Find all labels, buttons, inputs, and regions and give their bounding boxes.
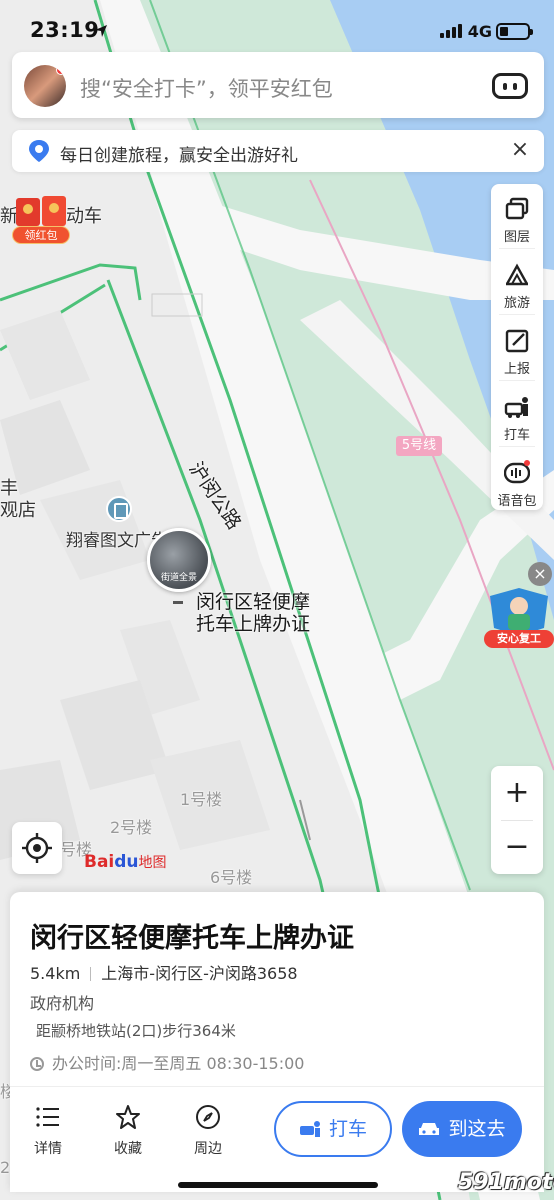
return-to-work-badge[interactable]: 安心复工	[484, 586, 554, 656]
layers-button[interactable]: 图层	[491, 184, 543, 248]
map-label-fragment-mid2: 观店	[0, 500, 36, 521]
building-label: 6号楼	[210, 868, 253, 887]
building-label: 2号楼	[110, 818, 153, 837]
zoom-in-button[interactable]: +	[491, 766, 543, 820]
report-button[interactable]: 上报	[491, 316, 543, 380]
zoom-out-button[interactable]: −	[491, 820, 543, 874]
selected-poi-label-line2[interactable]: 托车上牌办证	[196, 612, 310, 636]
favorite-button[interactable]: 收藏	[98, 1104, 158, 1158]
poi-address: 上海市-闵行区-沪闵路3658	[101, 964, 298, 983]
report-label: 上报	[503, 362, 530, 377]
navigate-here-button[interactable]: 到这去	[402, 1101, 522, 1157]
baidu-map-logo: Baidu地图	[84, 852, 167, 872]
travel-button[interactable]: 旅游	[491, 250, 543, 314]
selected-poi-label-line1[interactable]: 闵行区轻便摩	[196, 590, 310, 614]
metro-line-badge: 5号线	[396, 436, 442, 456]
map-tools-panel: 图层 旅游 上报 打车 语音包	[491, 184, 543, 510]
taxi-icon	[504, 397, 528, 418]
locate-me-button[interactable]	[12, 822, 62, 874]
taxi-label: 打车	[503, 428, 530, 443]
poi-meta: 5.4km 上海市-闵行区-沪闵路3658	[30, 960, 298, 984]
voice-pack-label: 语音包	[497, 494, 537, 509]
avatar[interactable]	[24, 65, 66, 107]
crosshair-icon	[22, 833, 52, 863]
logo-text-bai: Bai	[84, 852, 115, 872]
details-label: 详情	[34, 1141, 62, 1157]
voice-pack-button[interactable]: 语音包	[491, 448, 543, 512]
navigate-here-label: 到这去	[448, 1118, 506, 1140]
call-taxi-button[interactable]: 打车	[274, 1101, 392, 1157]
layers-icon	[505, 197, 529, 220]
logo-text-du: du	[114, 852, 139, 872]
map-label-fragment-number: 2	[0, 1158, 11, 1177]
call-taxi-label: 打车	[328, 1118, 367, 1140]
badge-close-icon[interactable]: ×	[528, 562, 552, 586]
building-label: 1号楼	[180, 790, 223, 809]
voice-assistant-icon[interactable]	[492, 73, 528, 99]
voice-pack-icon	[504, 460, 530, 484]
red-packet-label: 领红包	[12, 226, 70, 244]
poi-category: 政府机构	[30, 994, 95, 1013]
taxi-button[interactable]: 打车	[491, 382, 543, 446]
zoom-control: + −	[491, 766, 543, 874]
taxi-icon	[299, 1121, 320, 1137]
street-view-label: 街道全景	[160, 573, 197, 583]
promo-text: 每日创建旅程，赢安全出游好礼	[60, 146, 298, 166]
location-pin-icon	[29, 140, 49, 162]
details-button[interactable]: 详情	[18, 1104, 78, 1158]
star-icon	[116, 1105, 140, 1129]
battery-icon	[496, 23, 533, 40]
badge-label: 安心复工	[484, 630, 554, 648]
logo-text-map: 地图	[138, 855, 167, 871]
street-view-thumbnail[interactable]: 街道全景	[147, 528, 211, 592]
layers-label: 图层	[503, 230, 530, 245]
search-bar[interactable]: 搜“安全打卡”，领平安红包	[12, 52, 544, 118]
office-poi-icon[interactable]	[106, 496, 132, 522]
watermark: 591moto	[458, 1170, 554, 1195]
location-arrow-icon	[95, 25, 107, 37]
map-label-fragment-top2: 动车	[66, 206, 102, 227]
nearby-button[interactable]: 周边	[178, 1104, 238, 1158]
status-time: 23:19	[30, 18, 100, 42]
details-list-icon	[36, 1107, 59, 1127]
notification-dot	[56, 65, 66, 75]
home-indicator	[178, 1182, 378, 1188]
search-input[interactable]: 搜“安全打卡”，领平安红包	[80, 73, 333, 103]
signal-icon	[440, 24, 462, 38]
travel-icon	[505, 263, 529, 286]
close-icon[interactable]: ×	[508, 138, 532, 162]
car-icon	[419, 1123, 440, 1135]
red-packet-entry[interactable]: 领红包	[12, 192, 70, 244]
clock-icon	[30, 1057, 44, 1071]
poi-marker[interactable]	[173, 601, 183, 604]
compass-icon	[196, 1105, 220, 1129]
status-bar: 23:19 4G	[0, 0, 554, 56]
nearby-label: 周边	[194, 1141, 222, 1157]
favorite-label: 收藏	[114, 1141, 142, 1157]
travel-label: 旅游	[503, 296, 530, 311]
promo-banner[interactable]: 每日创建旅程，赢安全出游好礼 ×	[12, 130, 544, 172]
poi-subway-distance: 距颛桥地铁站(2口)步行364米	[36, 1022, 236, 1040]
network-type: 4G	[467, 22, 492, 41]
poi-hours-text: 办公时间:周一至周五 08:30-15:00	[52, 1054, 305, 1073]
poi-detail-card[interactable]: 闵行区轻便摩托车上牌办证 5.4km 上海市-闵行区-沪闵路3658 政府机构 距…	[10, 892, 544, 1192]
poi-hours: 办公时间:周一至周五 08:30-15:00	[30, 1050, 304, 1074]
poi-title: 闵行区轻便摩托车上牌办证	[30, 923, 354, 954]
report-icon	[505, 329, 529, 353]
poi-distance: 5.4km	[30, 964, 81, 983]
shield-icon	[490, 588, 548, 636]
